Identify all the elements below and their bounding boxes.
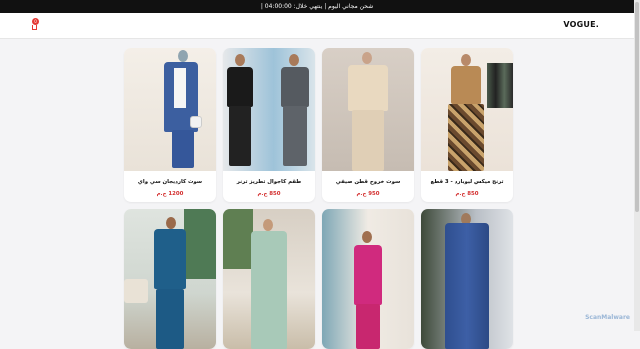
product-card[interactable] <box>223 209 315 349</box>
site-header: VOGUE. 0 <box>0 13 634 39</box>
product-price: 850 ج.م <box>455 191 479 197</box>
product-card[interactable]: سوت كارديجان سي واي 1200 ج.م <box>124 48 216 202</box>
product-price: 850 ج.م <box>257 191 281 197</box>
product-title[interactable]: ترنج ميكس ليوبارد - 3 قطع <box>421 179 513 185</box>
product-image[interactable] <box>223 209 315 349</box>
product-card[interactable]: سوت خروج قطن صيفي 950 ج.م <box>322 48 414 202</box>
product-image[interactable] <box>322 48 414 171</box>
watermark: ScanMalware <box>585 314 630 321</box>
product-price: 950 ج.م <box>356 191 380 197</box>
page-scrollbar[interactable] <box>634 0 640 331</box>
product-image[interactable] <box>421 209 513 349</box>
product-grid: ترنج ميكس ليوبارد - 3 قطع 850 ج.م سوت خر… <box>123 48 513 349</box>
product-title[interactable]: سوت خروج قطن صيفي <box>322 179 414 185</box>
site-logo[interactable]: VOGUE. <box>563 20 599 29</box>
product-image[interactable] <box>322 209 414 349</box>
product-card[interactable]: ترنج ميكس ليوبارد - 3 قطع 850 ج.م <box>421 48 513 202</box>
product-price: 1200 ج.م <box>156 191 184 197</box>
cart-icon <box>32 25 37 30</box>
product-card[interactable]: طقم كاجوال تطريز ترنر 850 ج.م <box>223 48 315 202</box>
product-card[interactable] <box>421 209 513 349</box>
announcement-bar: | شحن مجاني اليوم | ينتهي خلال: 04:00:00 <box>0 0 634 13</box>
product-image[interactable] <box>124 209 216 349</box>
cart-button[interactable]: 0 <box>30 18 39 30</box>
announcement-text: | شحن مجاني اليوم | ينتهي خلال: 04:00:00 <box>260 3 374 10</box>
cart-count-badge: 0 <box>32 18 39 25</box>
product-title[interactable]: طقم كاجوال تطريز ترنر <box>223 179 315 185</box>
product-image[interactable] <box>421 48 513 171</box>
product-title[interactable]: سوت كارديجان سي واي <box>124 179 216 185</box>
product-image[interactable] <box>124 48 216 171</box>
scrollbar-thumb[interactable] <box>635 2 639 212</box>
product-image[interactable] <box>223 48 315 171</box>
product-card[interactable] <box>322 209 414 349</box>
product-card[interactable] <box>124 209 216 349</box>
